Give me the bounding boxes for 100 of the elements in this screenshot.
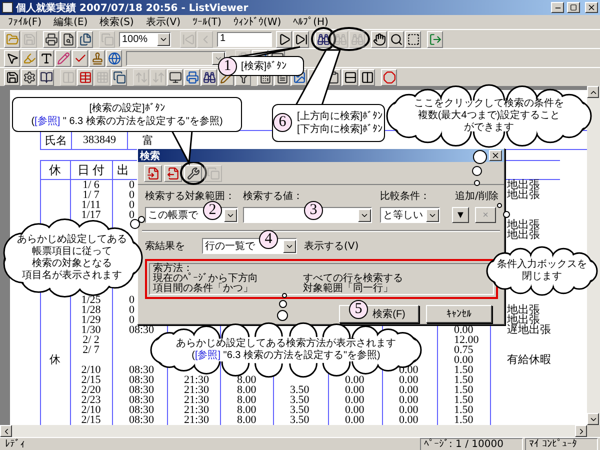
comparison-dropdown[interactable]: と等しい (380, 207, 440, 223)
toolbar-button[interactable] (106, 50, 122, 66)
menu-item[interactable]: ﾍﾙﾌﾟ(H) (293, 16, 328, 28)
table-cell-text: 1/28 (80, 305, 102, 315)
menu-item[interactable]: 表示(V) (146, 15, 180, 29)
up-down-arrow-icon (134, 70, 148, 84)
toolbar-button[interactable] (315, 30, 331, 48)
toolbar-button[interactable] (371, 30, 387, 48)
toolbar-button[interactable] (43, 30, 59, 48)
table-cell: 0 (129, 295, 134, 305)
add-condition-button[interactable]: ▼ (452, 207, 469, 223)
table-cell: 08:30 (129, 385, 154, 395)
toolbar-button[interactable] (72, 50, 88, 66)
toolbar-button[interactable] (38, 50, 54, 66)
table-cell: 0.00 (399, 405, 418, 415)
menu-item[interactable]: ﾌｧｲﾙ(F) (8, 16, 42, 28)
toolbar-button[interactable] (342, 68, 358, 86)
window-title: 個人就業実績 2007/07/18 20:56 - ListViewer (16, 1, 250, 14)
table-cell-text: 2/ 2 (82, 335, 100, 345)
toolbar-button[interactable] (276, 30, 292, 48)
toolbar-button[interactable] (77, 68, 93, 86)
table-cell-text: 1/ 7 (82, 190, 100, 200)
field-label: 表示する(V) (304, 240, 359, 253)
toolbar-button[interactable] (201, 68, 217, 86)
toolbar-button[interactable] (164, 164, 182, 182)
field-label: 索結果を (145, 240, 186, 253)
toolbar-button[interactable] (405, 30, 421, 48)
monitor-icon (168, 70, 182, 84)
highlighter-icon (22, 52, 36, 64)
table-cell-text: 2/10 (80, 365, 102, 375)
callout-text: あらかじめ設定してある検索方法が表示されます ([参照] "6.3 検索の方法を設定する"を参照) (176, 338, 396, 362)
table-cell: 0.00 (345, 385, 364, 395)
table-cell: 地出張 (507, 220, 540, 230)
toolbar-button[interactable] (293, 30, 309, 48)
method-text: 対象範囲「同一行」 (303, 284, 394, 294)
close-button[interactable] (489, 150, 502, 161)
exit-icon (428, 32, 442, 46)
maximize-icon (570, 4, 577, 11)
toolbar-button[interactable] (4, 68, 20, 86)
skip-back-icon (182, 32, 194, 46)
table-cell: 1.50 (454, 395, 474, 405)
vertical-scrollbar[interactable] (587, 86, 600, 425)
table-cell: 0.00 (399, 375, 418, 385)
table-cell-text: 2/20 (80, 385, 102, 395)
page-number-field[interactable]: 1 (217, 32, 272, 46)
toolbar-button[interactable] (184, 164, 202, 182)
callout-text: ここをクリックして検索の条件を 複数(最大4つまで)設定すること ができます (414, 98, 564, 134)
play-icon (278, 32, 290, 46)
menu-item[interactable]: 検索(S) (100, 15, 134, 29)
minimize-button[interactable] (551, 2, 564, 13)
table-cell: 8.00 (237, 395, 256, 405)
table-cell: 有給休暇 (507, 355, 551, 365)
table-cell: 3.50 (290, 405, 310, 415)
toolbar-button[interactable] (77, 30, 93, 48)
toolbar-button[interactable] (144, 164, 162, 182)
method-text: 項目間の条件「かつ」 (153, 284, 254, 294)
toolbar-button[interactable] (388, 30, 404, 48)
stamp-icon (90, 52, 104, 64)
scroll-button[interactable] (587, 86, 599, 98)
table-cell: 0.00 (454, 325, 474, 335)
dialog-button[interactable]: ｷｬﾝｾﾙ (426, 305, 492, 323)
toolbar-button[interactable] (4, 50, 20, 66)
menu-item[interactable]: ｳｨﾝﾄﾞｳ(W) (233, 16, 282, 28)
toolbar-button[interactable] (359, 68, 375, 86)
columns-icon (62, 70, 74, 84)
toolbar-button[interactable] (21, 68, 37, 86)
toolbar-button[interactable] (38, 68, 54, 86)
menu-item[interactable]: 編集(E) (54, 15, 88, 29)
table-cell: 0.00 (345, 405, 364, 415)
copy-icon (100, 32, 114, 46)
close-button[interactable] (585, 2, 598, 13)
toolbar-button[interactable] (167, 68, 183, 86)
table-cell: 1.50 (454, 365, 474, 375)
reference-link[interactable]: [参照] (34, 116, 60, 126)
table-cell: 21:30 (184, 405, 210, 415)
column-header: 出 (117, 162, 129, 178)
status-text: ﾚﾃﾞｨ (4, 438, 26, 450)
field-label: 検索する値： (243, 190, 304, 203)
status-text: ﾍﾟｰｼﾞ: 1 / 10000 (420, 438, 523, 450)
page-magnifier-icon (62, 32, 74, 46)
table-cell: 地出張 (507, 180, 540, 190)
maximize-button[interactable] (567, 2, 580, 13)
table-cell: 0.00 (454, 355, 474, 365)
wrench-icon (186, 166, 200, 180)
toolbar-button[interactable] (89, 50, 105, 66)
sort-icon (152, 70, 164, 84)
toolbar-button[interactable] (60, 30, 76, 48)
scroll-button[interactable] (575, 425, 587, 437)
table-cell: 8.00 (237, 375, 256, 385)
column-header: 日 付 (76, 162, 106, 178)
scroll-button[interactable] (0, 425, 12, 437)
table-cell: 3.50 (290, 385, 310, 395)
dropdown[interactable]: 100% (119, 32, 171, 46)
reference-link[interactable]: [参照] (194, 350, 220, 361)
toolbar-button[interactable] (111, 68, 127, 86)
horizontal-scrollbar[interactable] (0, 425, 587, 437)
scroll-button[interactable] (587, 413, 599, 425)
book-icon (40, 70, 52, 84)
menu-item[interactable]: ﾂｰﾙ(T) (192, 16, 222, 28)
toolbar-button[interactable] (184, 68, 200, 86)
